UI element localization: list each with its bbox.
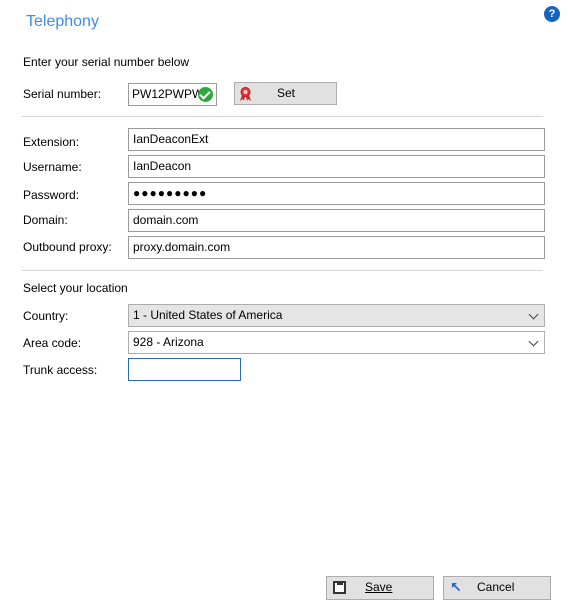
- extension-field[interactable]: IanDeaconExt: [128, 128, 545, 151]
- username-field[interactable]: IanDeacon: [128, 155, 545, 178]
- set-button[interactable]: Set: [234, 82, 337, 105]
- serial-number-label: Serial number:: [23, 87, 102, 101]
- save-button-label: Save: [365, 580, 393, 594]
- cancel-button-label: Cancel: [477, 580, 515, 594]
- serial-number-field[interactable]: PW12PWPW: [128, 83, 217, 106]
- country-label: Country:: [23, 309, 69, 323]
- country-select[interactable]: 1 - United States of America: [128, 304, 545, 327]
- outbound-proxy-field[interactable]: proxy.domain.com: [128, 236, 545, 259]
- password-label: Password:: [23, 188, 80, 202]
- domain-label: Domain:: [23, 213, 68, 227]
- chevron-down-icon: [528, 336, 539, 347]
- chevron-down-icon: [528, 309, 539, 320]
- trunk-access-field[interactable]: [128, 358, 241, 381]
- serial-intro: Enter your serial number below: [23, 55, 190, 69]
- password-field[interactable]: ●●●●●●●●●: [128, 182, 545, 205]
- save-button[interactable]: Save: [326, 576, 434, 600]
- page-title: Telephony: [26, 13, 99, 30]
- divider: [22, 116, 543, 117]
- help-icon[interactable]: ?: [544, 6, 560, 22]
- set-button-label: Set: [277, 86, 296, 100]
- country-value: 1 - United States of America: [133, 308, 283, 322]
- domain-field[interactable]: domain.com: [128, 209, 545, 232]
- username-label: Username:: [23, 160, 82, 174]
- save-icon: [333, 581, 346, 594]
- trunk-access-label: Trunk access:: [23, 363, 98, 377]
- location-heading: Select your location: [23, 281, 128, 295]
- area-code-value: 928 - Arizona: [133, 335, 204, 349]
- serial-number-value: PW12PWPW: [132, 87, 204, 101]
- back-arrow-icon: ↖: [450, 579, 462, 595]
- area-code-select[interactable]: 928 - Arizona: [128, 331, 545, 354]
- cancel-button[interactable]: ↖ Cancel: [443, 576, 551, 600]
- ribbon-icon: [240, 87, 251, 101]
- area-code-label: Area code:: [23, 336, 82, 350]
- divider: [22, 270, 543, 271]
- extension-label: Extension:: [23, 135, 80, 149]
- outbound-proxy-label: Outbound proxy:: [23, 240, 112, 254]
- check-icon: [198, 87, 213, 102]
